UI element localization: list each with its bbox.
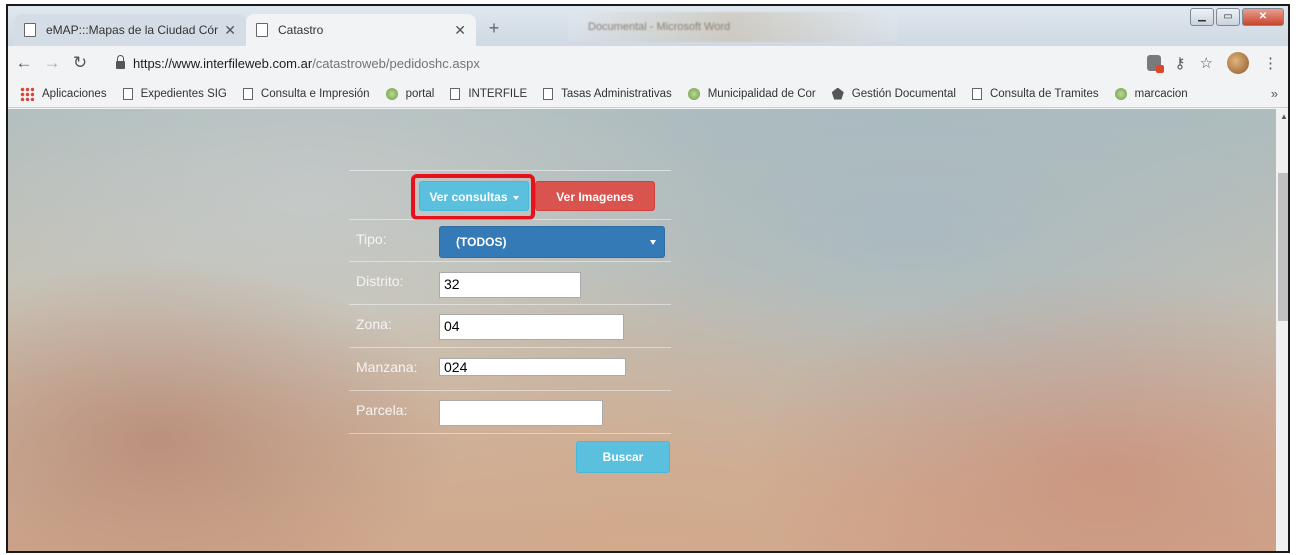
navigation-bar: ← → ↻ https://www.interfileweb.com.ar/ca… <box>8 46 1288 80</box>
bookmark-marcacion[interactable]: marcacion <box>1114 87 1188 100</box>
bookmark-portal[interactable]: portal <box>385 87 435 100</box>
manzana-label: Manzana: <box>356 359 418 375</box>
url-host: https://www.interfileweb.com.ar <box>133 55 313 71</box>
bookmark-label: Aplicaciones <box>42 87 107 100</box>
tab-title: eMAP:::Mapas de la Ciudad Córd <box>46 23 219 37</box>
distrito-input[interactable]: 32 <box>439 272 581 298</box>
search-form: Ver consultas Ver Imagenes Tipo: (TODOS)… <box>349 170 671 484</box>
close-tab-icon[interactable]: ✕ <box>454 22 466 39</box>
zona-label: Zona: <box>356 316 392 332</box>
lock-icon <box>116 55 125 69</box>
bookmark-label: Consulta de Tramites <box>989 87 1099 100</box>
page-icon <box>256 23 268 37</box>
tipo-row: Tipo: (TODOS) <box>349 219 671 262</box>
window-controls: ▁ ▭ ✕ <box>1190 8 1284 26</box>
page-content: Ver consultas Ver Imagenes Tipo: (TODOS)… <box>8 109 1276 551</box>
bookmark-label: Expedientes SIG <box>140 87 227 100</box>
bookmark-label: marcacion <box>1134 87 1188 100</box>
page-icon <box>242 87 253 100</box>
distrito-row: Distrito: 32 <box>349 262 671 305</box>
more-bookmarks-button[interactable]: » <box>1271 86 1278 101</box>
bookmark-consulta-tramites[interactable]: Consulta de Tramites <box>971 87 1099 100</box>
url-path: /catastroweb/pedidoshc.aspx <box>312 55 480 71</box>
highlight-box <box>411 174 535 220</box>
scrollbar-thumb[interactable] <box>1278 173 1288 321</box>
seal-icon <box>385 87 398 100</box>
page-icon <box>122 87 133 100</box>
bookmark-aplicaciones[interactable]: Aplicaciones <box>20 86 107 101</box>
bookmark-expedientes[interactable]: Expedientes SIG <box>122 87 227 100</box>
tipo-label: Tipo: <box>356 231 387 247</box>
bookmark-label: Municipalidad de Cor <box>707 87 816 100</box>
zona-row: Zona: 04 <box>349 305 671 348</box>
tab-emap[interactable]: eMAP:::Mapas de la Ciudad Córd ✕ <box>14 14 246 46</box>
bookmark-interfile[interactable]: INTERFILE <box>450 87 528 100</box>
new-tab-button[interactable]: + <box>482 18 506 40</box>
bookmark-label: Consulta e Impresión <box>260 87 370 100</box>
bookmark-label: INTERFILE <box>468 87 528 100</box>
bookmark-tasas[interactable]: Tasas Administrativas <box>543 87 672 100</box>
bookmark-municipalidad[interactable]: Municipalidad de Cor <box>687 87 816 100</box>
manzana-input[interactable]: 024 <box>439 358 626 376</box>
star-icon[interactable]: ☆ <box>1200 54 1213 72</box>
tab-catastro[interactable]: Catastro ✕ <box>246 14 476 46</box>
bookmark-label: Gestión Documental <box>851 87 956 100</box>
page-icon <box>971 87 982 100</box>
parcela-label: Parcela: <box>356 402 408 418</box>
maximize-button[interactable]: ▭ <box>1216 8 1240 26</box>
tipo-selected-value: (TODOS) <box>456 235 507 249</box>
parcela-input[interactable] <box>439 400 603 426</box>
page-icon <box>450 87 461 100</box>
dropdown-arrow-icon <box>650 240 656 245</box>
close-tab-icon[interactable]: ✕ <box>224 22 236 39</box>
address-bar[interactable]: https://www.interfileweb.com.ar/catastro… <box>116 51 1126 75</box>
back-arrow-icon[interactable]: ← <box>12 51 36 75</box>
zona-input[interactable]: 04 <box>439 314 624 340</box>
page-icon <box>24 23 36 37</box>
distrito-label: Distrito: <box>356 273 404 289</box>
bookmark-label: Tasas Administrativas <box>561 87 672 100</box>
bookmarks-bar: Aplicaciones Expedientes SIG Consulta e … <box>8 80 1288 108</box>
menu-icon[interactable]: ⋮ <box>1263 54 1278 72</box>
action-buttons-row: Ver consultas Ver Imagenes <box>349 171 671 220</box>
extension-icon[interactable] <box>1146 55 1164 73</box>
forward-arrow-icon[interactable]: → <box>40 51 64 75</box>
submit-row: Buscar <box>349 434 671 484</box>
avatar[interactable] <box>1227 52 1249 74</box>
seal-icon <box>1114 87 1127 100</box>
reload-icon[interactable]: ↻ <box>68 51 92 75</box>
bookmark-consulta-impresion[interactable]: Consulta e Impresión <box>242 87 370 100</box>
seal-icon <box>687 87 700 100</box>
tab-strip: eMAP:::Mapas de la Ciudad Córd ✕ Catastr… <box>8 6 1288 46</box>
tipo-select[interactable]: (TODOS) <box>439 226 665 258</box>
vertical-scrollbar[interactable]: ▲ <box>1276 109 1288 551</box>
key-icon[interactable]: ⚷ <box>1175 54 1186 72</box>
toolbar-icons: ⚷ ☆ ⋮ <box>1146 52 1278 74</box>
bookmark-label: portal <box>405 87 435 100</box>
close-window-button[interactable]: ✕ <box>1242 8 1284 26</box>
minimize-button[interactable]: ▁ <box>1190 8 1214 26</box>
parcela-row: Parcela: <box>349 391 671 434</box>
buscar-button[interactable]: Buscar <box>576 441 670 473</box>
tab-title: Catastro <box>278 23 324 37</box>
bookmark-gestion[interactable]: Gestión Documental <box>831 87 956 100</box>
browser-window: eMAP:::Mapas de la Ciudad Córd ✕ Catastr… <box>6 4 1290 553</box>
apps-grid-icon <box>20 86 34 101</box>
page-icon <box>543 87 554 100</box>
drive-icon <box>831 87 844 100</box>
ver-imagenes-button[interactable]: Ver Imagenes <box>535 181 655 211</box>
scroll-up-icon[interactable]: ▲ <box>1276 109 1288 125</box>
background-window-title: Documental - Microsoft Word <box>568 12 898 42</box>
manzana-row: Manzana: 024 <box>349 348 671 391</box>
